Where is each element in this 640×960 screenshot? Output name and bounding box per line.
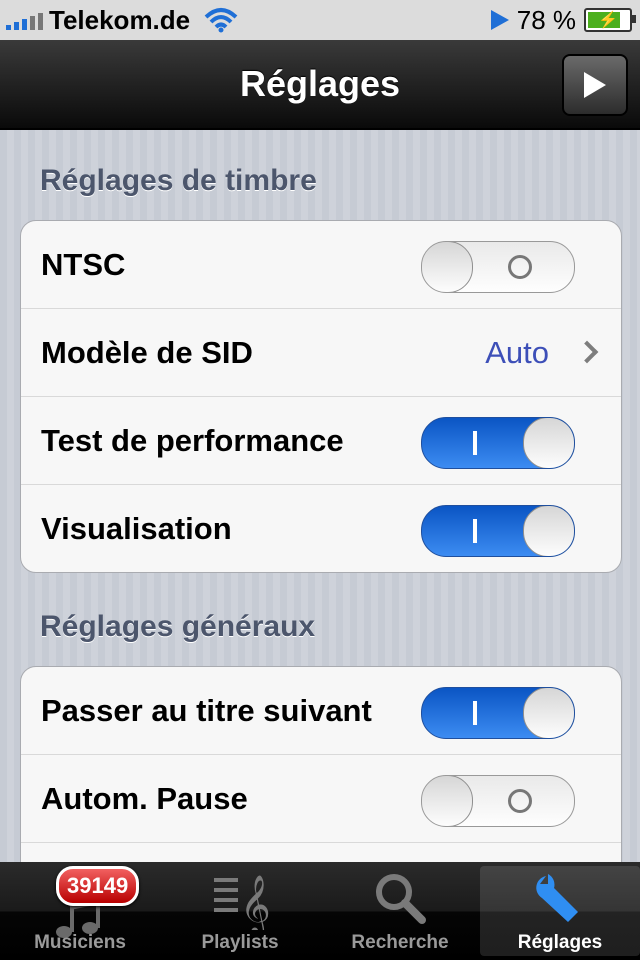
signal-strength-icon: [6, 10, 43, 30]
wifi-icon: [204, 8, 238, 33]
setting-row-next-track[interactable]: Passer au titre suivant: [21, 667, 621, 755]
setting-row-partial[interactable]: [21, 843, 621, 862]
playlist-icon: 𝄞: [214, 875, 270, 930]
setting-row-visualisation[interactable]: Visualisation: [21, 485, 621, 572]
setting-label: Autom. Pause: [41, 781, 248, 816]
setting-row-performance-test[interactable]: Test de performance: [21, 397, 621, 485]
wrench-icon: [536, 874, 578, 922]
chevron-right-icon: [575, 340, 599, 364]
tab-label: Playlists: [201, 932, 279, 953]
now-playing-button[interactable]: [562, 54, 628, 116]
tab-reglages[interactable]: Réglages: [480, 866, 640, 956]
play-icon: [584, 72, 606, 98]
page-title: Réglages: [239, 63, 401, 104]
navigation-bar: Réglages: [0, 40, 640, 130]
visualisation-toggle[interactable]: [421, 505, 575, 557]
performance-test-toggle[interactable]: [421, 417, 575, 469]
carrier-name: Telekom.de: [49, 4, 191, 35]
setting-label: Test de performance: [41, 423, 344, 458]
sid-model-value: Auto: [485, 335, 549, 370]
settings-group-timbre: NTSC Modèle de SID Auto Test de performa…: [20, 220, 622, 573]
now-playing-icon: [490, 10, 509, 30]
svg-text:𝄞: 𝄞: [240, 875, 270, 930]
tab-recherche[interactable]: Recherche: [320, 862, 480, 960]
tab-musiciens[interactable]: 39149 Musiciens: [0, 862, 160, 960]
setting-label: Visualisation: [41, 511, 232, 546]
battery-percent: 78 %: [516, 4, 576, 35]
tab-label: Réglages: [517, 932, 603, 953]
setting-label: NTSC: [41, 247, 126, 282]
search-icon: [376, 874, 426, 924]
setting-label: Passer au titre suivant: [41, 693, 372, 728]
tab-label: Musiciens: [34, 932, 126, 953]
setting-row-sid-model[interactable]: Modèle de SID Auto: [21, 309, 621, 397]
setting-row-auto-pause[interactable]: Autom. Pause: [21, 755, 621, 843]
next-track-toggle[interactable]: [421, 687, 575, 739]
settings-content[interactable]: Réglages de timbre NTSC Modèle de SID Au…: [0, 130, 640, 862]
musicians-count-badge: 39149: [56, 866, 140, 906]
status-bar: Telekom.de 78 % ⚡: [0, 0, 640, 40]
setting-label: Modèle de SID: [41, 335, 253, 370]
ntsc-toggle[interactable]: [421, 241, 575, 293]
section-title-timbre: Réglages de timbre: [40, 164, 317, 197]
tab-bar: 39149 Musiciens 𝄞 Playlists Recherche Ré…: [0, 862, 640, 960]
tab-label: Recherche: [351, 932, 449, 953]
section-title-general: Réglages généraux: [40, 610, 316, 643]
setting-row-ntsc[interactable]: NTSC: [21, 221, 621, 309]
settings-group-general: Passer au titre suivant Autom. Pause: [20, 666, 622, 862]
auto-pause-toggle[interactable]: [421, 775, 575, 827]
battery-icon: ⚡: [584, 8, 636, 32]
tab-playlists[interactable]: 𝄞 Playlists: [160, 862, 320, 960]
